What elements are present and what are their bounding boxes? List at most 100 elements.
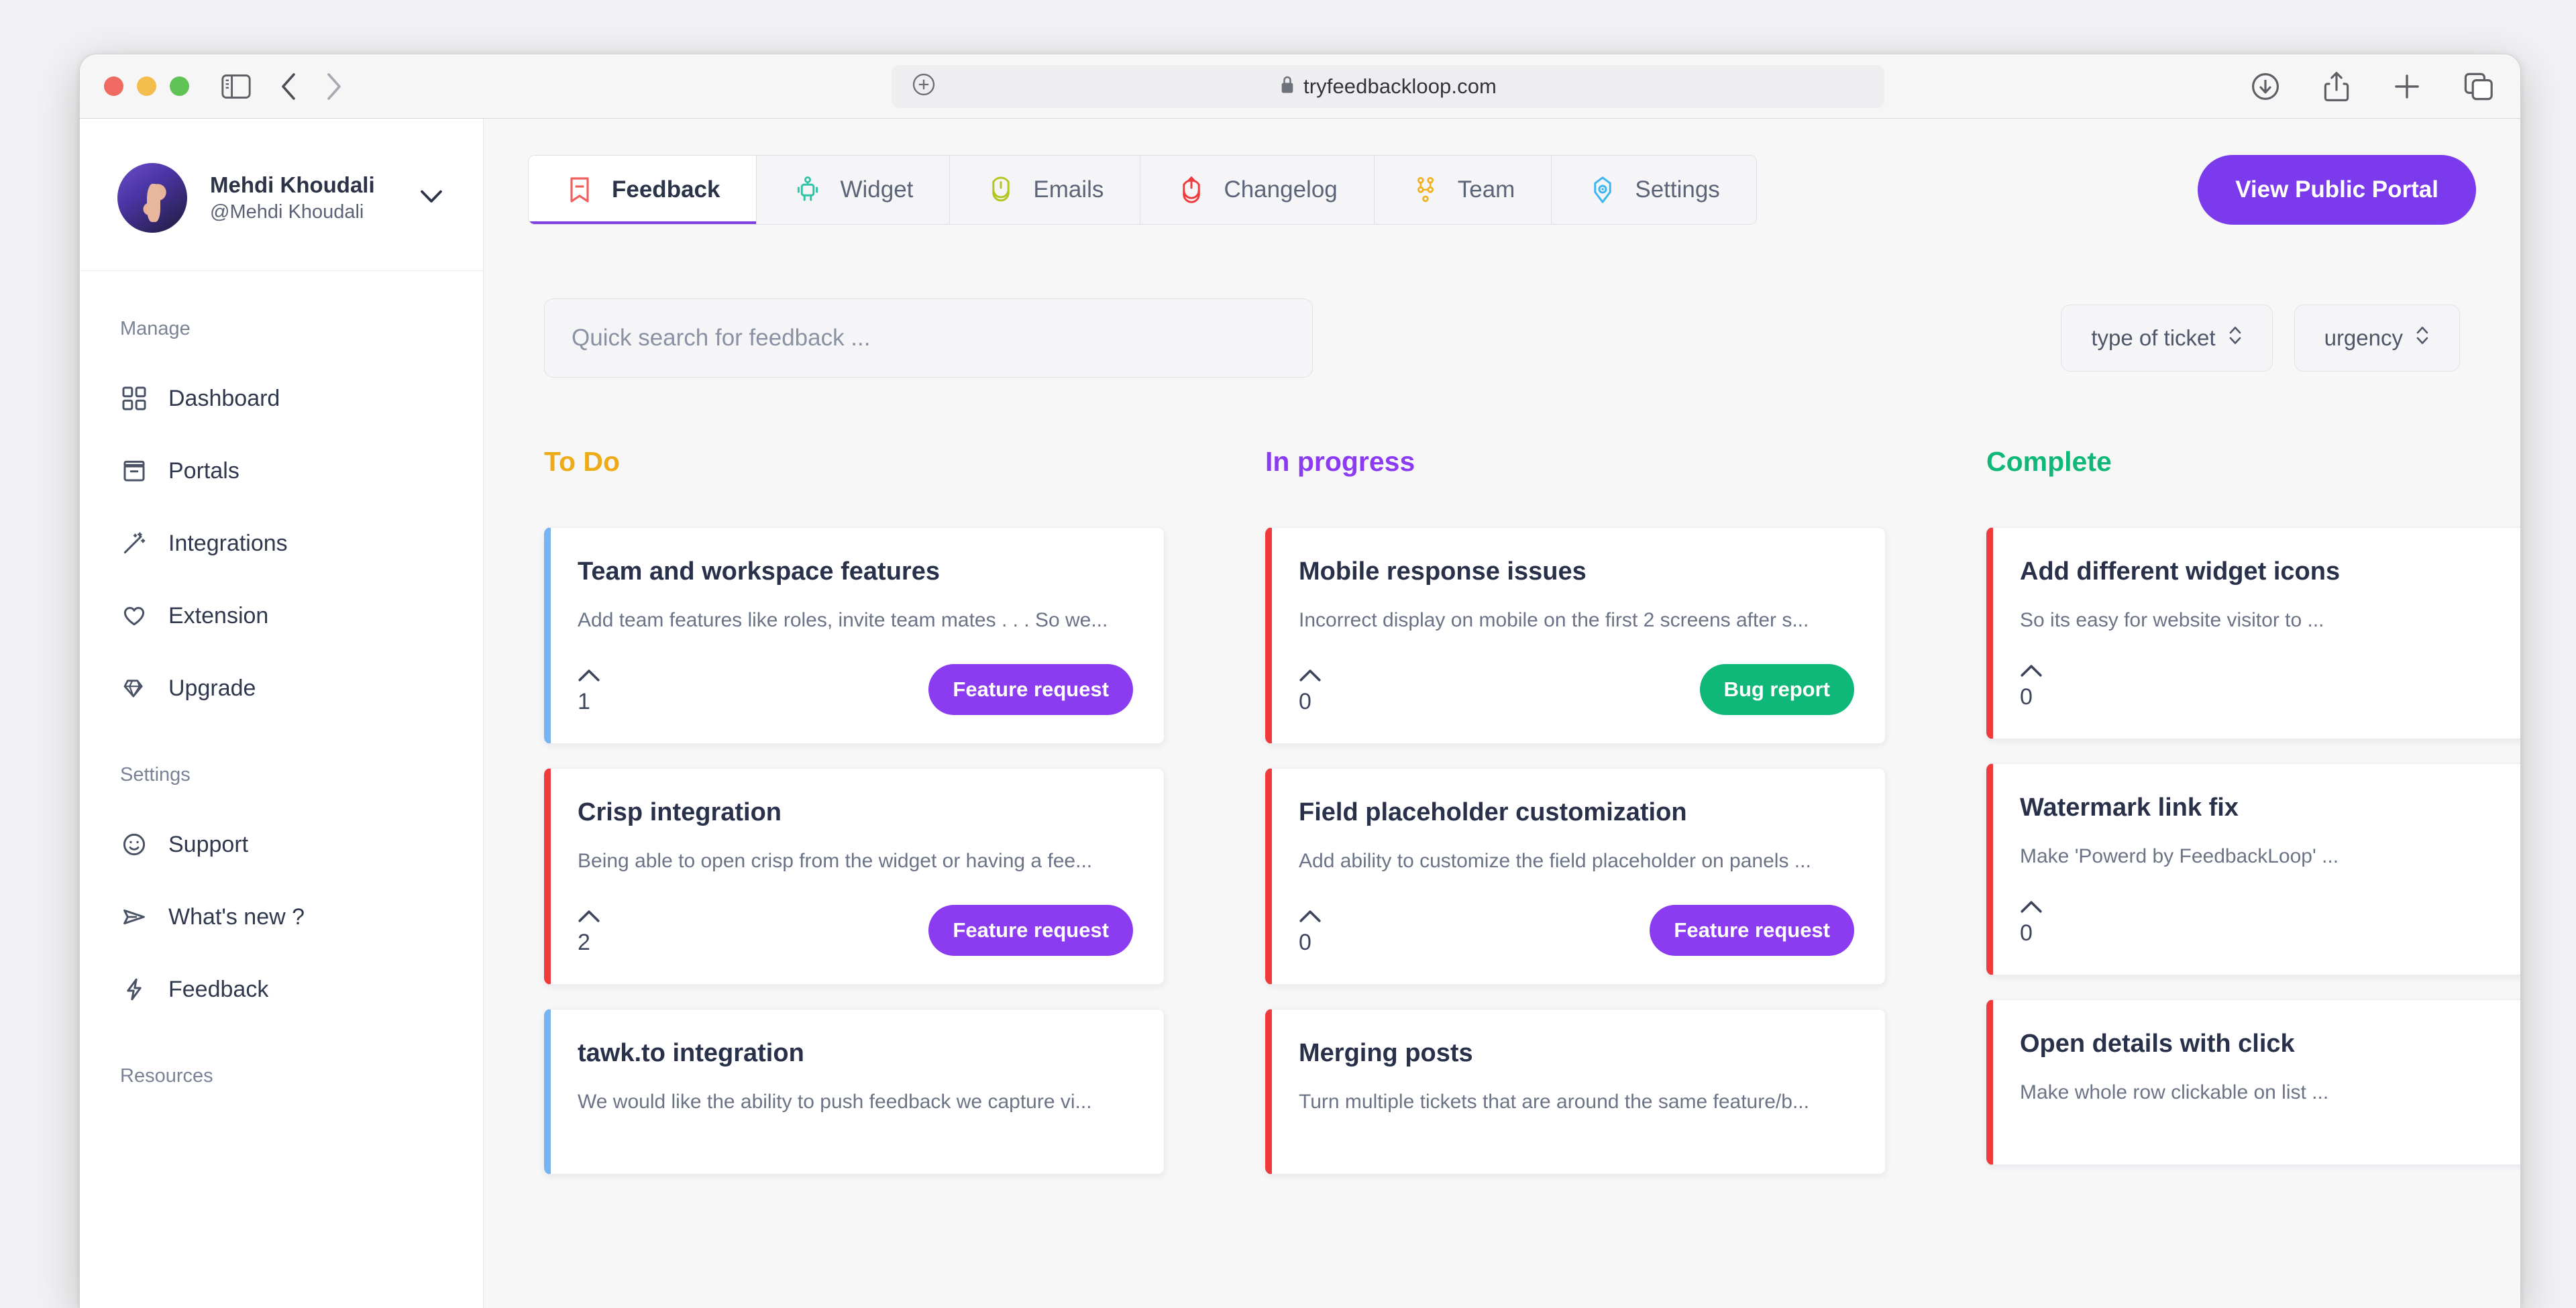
feedback-card[interactable]: Open details with click Make whole row c…	[1986, 999, 2520, 1165]
magic-wand-icon	[120, 529, 148, 557]
sidebar-item-extension[interactable]: Extension	[117, 587, 445, 645]
settings-icon	[1588, 175, 1617, 205]
feedback-card[interactable]: Mobile response issues Incorrect display…	[1265, 527, 1886, 744]
sidebar-toggle-icon[interactable]	[221, 74, 251, 99]
browser-toolbar: tryfeedbackloop.com	[80, 54, 2520, 119]
send-icon	[120, 903, 148, 931]
upvote-control[interactable]: 0	[1299, 669, 1322, 715]
column-title: To Do	[544, 446, 621, 477]
top-tabbar: Feedback Widget Emails Changelog Team Se…	[528, 155, 2476, 225]
downloads-icon[interactable]	[2251, 72, 2280, 101]
sidebar-heading-settings: Settings	[120, 764, 191, 785]
browser-window: tryfeedbackloop.com Mehdi Khoudali @Mehd…	[79, 54, 2521, 1308]
card-description: Add team features like roles, invite tea…	[578, 609, 1108, 631]
board-column-complete: Complete Add different widget icons So i…	[1986, 446, 2520, 1199]
tab-feedback[interactable]: Feedback	[529, 156, 757, 224]
type-of-ticket-select[interactable]: type of ticket	[2061, 305, 2273, 372]
feedback-card[interactable]: Crisp integration Being able to open cri…	[544, 768, 1165, 985]
team-icon	[1411, 175, 1440, 205]
sidebar-item-label: What's new ?	[168, 904, 305, 930]
maximize-button[interactable]	[170, 76, 189, 96]
card-description: We would like the ability to push feedba…	[578, 1091, 1092, 1113]
vote-count: 0	[1299, 930, 1311, 955]
forward-icon[interactable]	[325, 72, 343, 101]
email-icon	[986, 175, 1016, 205]
sidebar-item-integrations[interactable]: Integrations	[117, 514, 445, 572]
ticket-type-badge: Feature request	[1650, 905, 1854, 956]
sidebar-item-support[interactable]: Support	[117, 816, 445, 873]
feedback-card[interactable]: tawk.to integration We would like the ab…	[544, 1009, 1165, 1175]
minimize-button[interactable]	[137, 76, 156, 96]
caret-up-icon	[578, 669, 600, 682]
feedback-card[interactable]: Team and workspace features Add team fea…	[544, 527, 1165, 744]
tab-team[interactable]: Team	[1374, 156, 1552, 224]
feedback-card[interactable]: Watermark link fix Make 'Powerd by Feedb…	[1986, 763, 2520, 975]
profile-name: Mehdi Khoudali	[210, 172, 375, 197]
tab-changelog[interactable]: Changelog	[1140, 156, 1375, 224]
toolbar-right-icons	[2251, 71, 2493, 102]
smiley-icon	[120, 830, 148, 859]
back-icon[interactable]	[279, 72, 298, 101]
urgency-select[interactable]: urgency	[2294, 305, 2460, 372]
caret-up-icon	[2020, 664, 2043, 677]
tab-overview-icon[interactable]	[2464, 72, 2493, 101]
share-icon[interactable]	[2323, 71, 2350, 102]
address-bar[interactable]: tryfeedbackloop.com	[892, 64, 1884, 108]
profile-switcher[interactable]: Mehdi Khoudali @Mehdi Khoudali	[80, 125, 483, 271]
view-public-portal-button[interactable]: View Public Portal	[2198, 155, 2476, 225]
vote-count: 0	[2020, 920, 2033, 946]
sidebar-item-portals[interactable]: Portals	[117, 442, 445, 500]
vote-count: 0	[1299, 689, 1311, 714]
tab-label: Emails	[1033, 176, 1104, 203]
card-title: Watermark link fix	[2020, 794, 2239, 822]
card-title: Merging posts	[1299, 1039, 1473, 1067]
tab-emails[interactable]: Emails	[950, 156, 1141, 224]
box-icon	[120, 457, 148, 485]
card-description: So its easy for website visitor to ...	[2020, 609, 2324, 631]
board-column-in-progress: In progress Mobile response issues Incor…	[1265, 446, 1886, 1199]
tab-widget[interactable]: Widget	[757, 156, 951, 224]
grid-icon	[120, 384, 148, 413]
ticket-type-badge: Bug report	[1699, 664, 1854, 715]
app-shell: Mehdi Khoudali @Mehdi Khoudali Manage Da…	[80, 119, 2520, 1308]
board-column-todo: To Do Team and workspace features Add te…	[544, 446, 1165, 1199]
card-title: Field placeholder customization	[1299, 798, 1687, 826]
card-description: Add ability to customize the field place…	[1299, 850, 1811, 872]
bolt-icon	[120, 975, 148, 1003]
sidebar-item-dashboard[interactable]: Dashboard	[117, 370, 445, 427]
search-input[interactable]	[572, 325, 1285, 351]
sidebar-item-whats-new[interactable]: What's new ?	[117, 888, 445, 946]
tab-settings[interactable]: Settings	[1552, 156, 1756, 224]
card-title: Team and workspace features	[578, 557, 940, 586]
upvote-control[interactable]: 0	[1299, 910, 1322, 956]
tab-list: Feedback Widget Emails Changelog Team Se…	[528, 155, 1757, 225]
feedback-card[interactable]: Merging posts Turn multiple tickets that…	[1265, 1009, 1886, 1175]
filter-row: type of ticket urgency	[528, 298, 2476, 378]
feedback-card[interactable]: Field placeholder customization Add abil…	[1265, 768, 1886, 985]
search-box[interactable]	[544, 298, 1313, 378]
sidebar-item-label: Extension	[168, 602, 269, 629]
new-tab-icon[interactable]	[2393, 72, 2421, 101]
sidebar-item-feedback[interactable]: Feedback	[117, 961, 445, 1018]
chevron-updown-icon	[2415, 325, 2430, 351]
sidebar-item-upgrade[interactable]: Upgrade	[117, 659, 445, 717]
close-button[interactable]	[104, 76, 123, 96]
upvote-control[interactable]: 0	[2020, 900, 2043, 946]
tab-label: Widget	[840, 176, 914, 203]
card-title: Open details with click	[2020, 1030, 2295, 1058]
gem-icon	[120, 674, 148, 702]
upvote-control[interactable]: 1	[578, 669, 600, 715]
feedback-card[interactable]: Add different widget icons So its easy f…	[1986, 527, 2520, 739]
chevron-down-icon[interactable]	[420, 189, 443, 207]
card-title: tawk.to integration	[578, 1039, 804, 1067]
urgency-label: urgency	[2324, 325, 2403, 350]
profile-handle: @Mehdi Khoudali	[210, 201, 364, 223]
sidebar-item-label: Dashboard	[168, 385, 280, 411]
upvote-control[interactable]: 2	[578, 910, 600, 956]
traffic-lights	[104, 76, 189, 96]
upvote-control[interactable]: 0	[2020, 664, 2043, 710]
url-text: tryfeedbackloop.com	[1303, 74, 1497, 98]
tab-label: Changelog	[1224, 176, 1338, 203]
card-title: Add different widget icons	[2020, 557, 2341, 586]
main-content: Feedback Widget Emails Changelog Team Se…	[484, 119, 2520, 1308]
